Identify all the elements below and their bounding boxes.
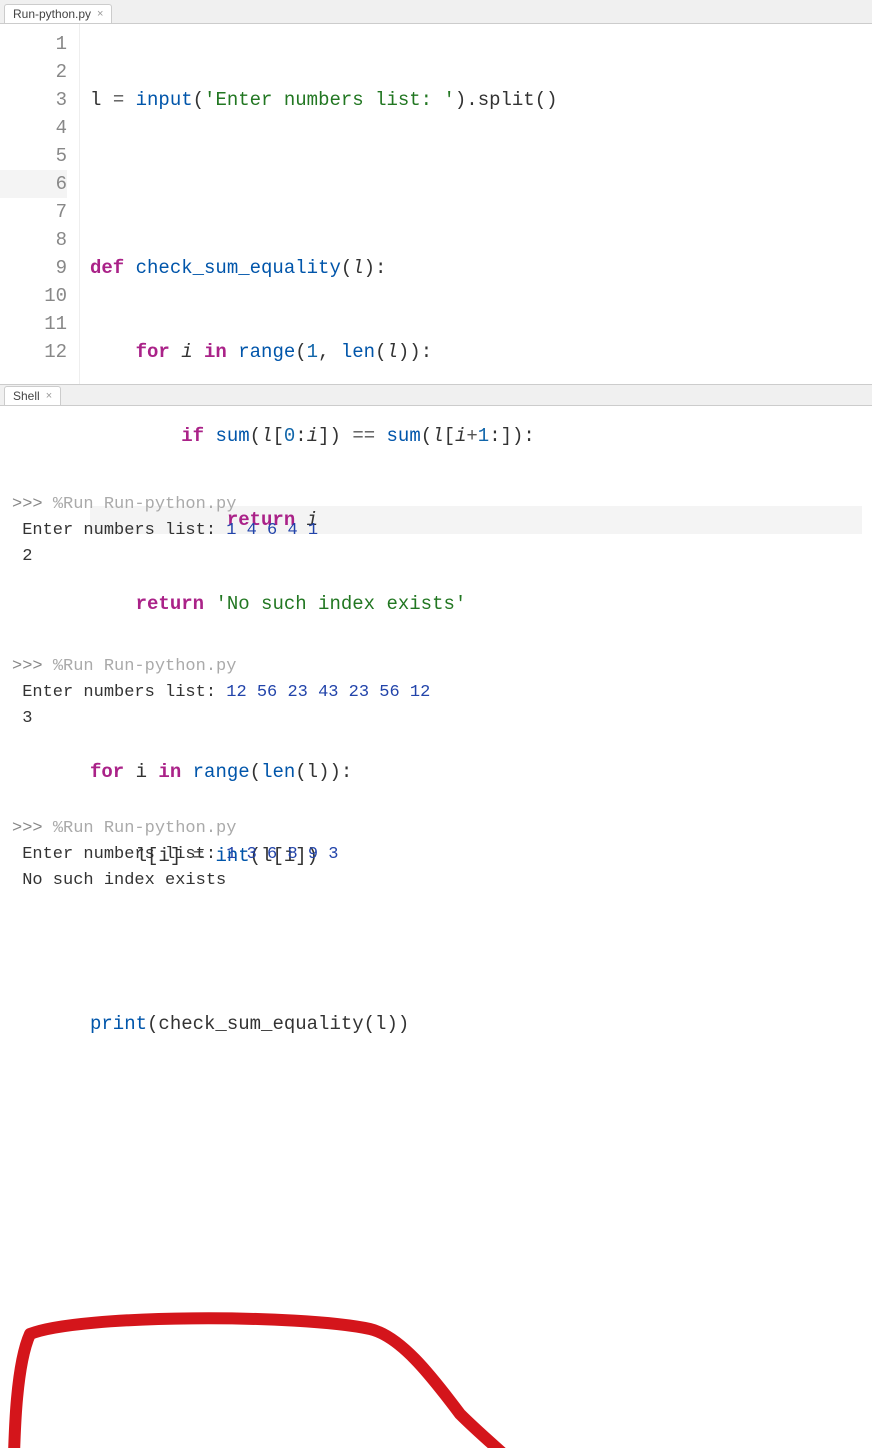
line-number: 5 xyxy=(0,142,67,170)
shell-input: 12 56 23 43 23 56 12 xyxy=(226,683,430,702)
line-number: 12 xyxy=(0,338,67,366)
shell-prompt: >>> xyxy=(12,819,53,838)
code-area[interactable]: l = input('Enter numbers list: ').split(… xyxy=(80,24,872,384)
shell-prompt-label: Enter numbers list: xyxy=(22,521,226,540)
line-number: 4 xyxy=(0,114,67,142)
line-number: 2 xyxy=(0,58,67,86)
shell-output: 3 xyxy=(22,709,32,728)
shell-command: %Run Run-python.py xyxy=(53,819,237,838)
close-icon[interactable]: × xyxy=(97,8,103,20)
shell-tab-title: Shell xyxy=(13,389,40,403)
code-line: l = input('Enter numbers list: ').split(… xyxy=(90,86,862,114)
shell-input: 1 4 6 4 1 xyxy=(226,521,318,540)
line-number: 7 xyxy=(0,198,67,226)
code-editor[interactable]: 1 2 3 4 5 6 7 8 9 10 11 12 l = input('En… xyxy=(0,24,872,384)
code-line: for i in range(len(l)): xyxy=(90,758,862,786)
code-line: return 'No such index exists' xyxy=(90,590,862,618)
line-number: 8 xyxy=(0,226,67,254)
code-line: for i in range(1, len(l)): xyxy=(90,338,862,366)
code-line xyxy=(90,170,862,198)
editor-tab[interactable]: Run-python.py × xyxy=(4,4,112,23)
line-number: 9 xyxy=(0,254,67,282)
code-line: print(check_sum_equality(l)) xyxy=(90,1010,862,1038)
code-line: def check_sum_equality(l): xyxy=(90,254,862,282)
line-number: 1 xyxy=(0,30,67,58)
shell-output: 2 xyxy=(22,547,32,566)
shell-tab[interactable]: Shell × xyxy=(4,386,61,405)
line-number-gutter: 1 2 3 4 5 6 7 8 9 10 11 12 xyxy=(0,24,80,384)
code-line: if sum(l[0:i]) == sum(l[i+1:]): xyxy=(90,422,862,450)
shell-command: %Run Run-python.py xyxy=(53,495,237,514)
line-number: 11 xyxy=(0,310,67,338)
line-number: 6 xyxy=(0,170,67,198)
shell-prompt: >>> xyxy=(12,495,53,514)
code-line xyxy=(90,926,862,954)
editor-tab-bar: Run-python.py × xyxy=(0,0,872,24)
shell-prompt: >>> xyxy=(12,657,53,676)
line-number: 3 xyxy=(0,86,67,114)
shell-prompt-label: Enter numbers list: xyxy=(22,845,226,864)
shell-input: 1 3 6 8 9 3 xyxy=(226,845,338,864)
shell-output: No such index exists xyxy=(22,871,226,890)
close-icon[interactable]: × xyxy=(46,390,52,402)
line-number: 10 xyxy=(0,282,67,310)
shell-prompt-label: Enter numbers list: xyxy=(22,683,226,702)
editor-tab-title: Run-python.py xyxy=(13,7,91,21)
shell-command: %Run Run-python.py xyxy=(53,657,237,676)
